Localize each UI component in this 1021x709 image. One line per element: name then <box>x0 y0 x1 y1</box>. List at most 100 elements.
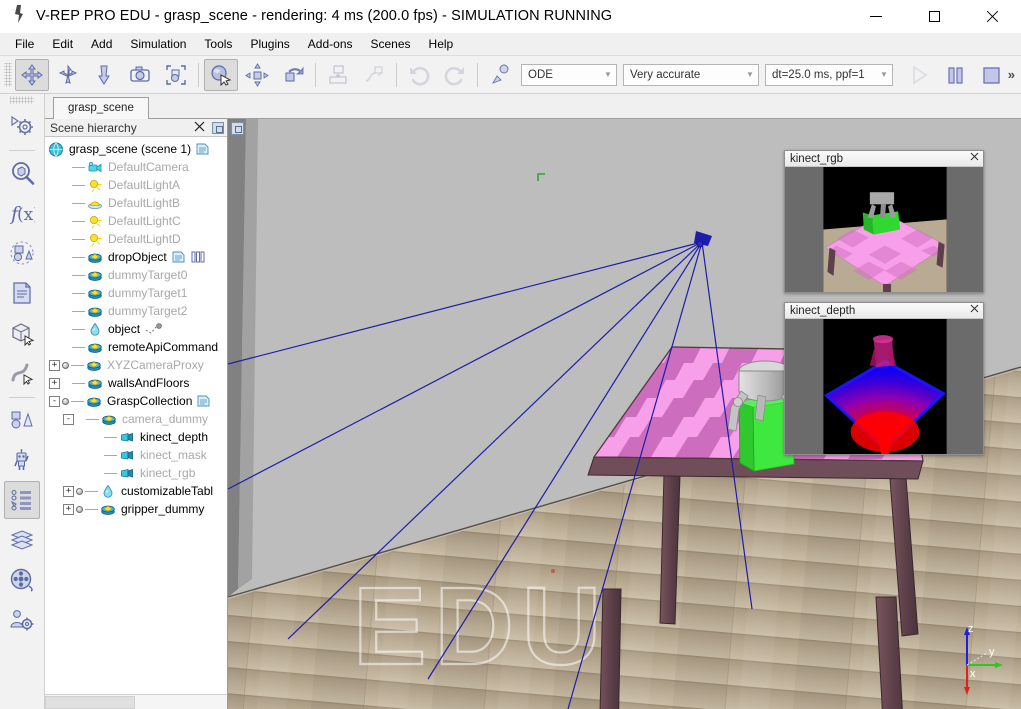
tree-expander[interactable]: + <box>63 503 74 515</box>
calculation-modules[interactable]: f (x) <box>4 194 40 232</box>
kinect-rgb-view[interactable]: kinect_rgb <box>784 150 984 293</box>
model-browser[interactable] <box>4 441 40 479</box>
camera-rotate-tool[interactable] <box>51 59 85 91</box>
tree-item-grasp-scene-scene-1-[interactable]: grasp_scene (scene 1) <box>45 140 227 158</box>
tree-item-defaultcamera[interactable]: DefaultCamera <box>45 158 227 176</box>
menu-tools[interactable]: Tools <box>195 34 241 54</box>
path-edit-mode[interactable] <box>4 354 40 392</box>
user-settings[interactable] <box>4 601 40 639</box>
tree-item-kinect-depth[interactable]: kinect_depth <box>45 428 227 446</box>
dynamics-icon[interactable] <box>145 323 165 335</box>
shape-geometry[interactable] <box>4 401 40 439</box>
tree-item-wallsandfloors[interactable]: + wallsAndFloors <box>45 374 227 392</box>
close-icon[interactable] <box>970 152 979 164</box>
scene-tab-grasp-scene[interactable]: grasp_scene <box>53 97 149 120</box>
toolbar-grip[interactable] <box>4 62 12 87</box>
tree-item-dummytarget1[interactable]: dummyTarget1 <box>45 284 227 302</box>
scripts-dialog[interactable] <box>4 274 40 312</box>
stop-simulation-button[interactable] <box>974 59 1008 91</box>
close-button[interactable] <box>963 0 1021 33</box>
model-dot-icon[interactable] <box>76 505 83 513</box>
menu-scenes[interactable]: Scenes <box>362 34 420 54</box>
tree-item-defaultlightd[interactable]: DefaultLightD <box>45 230 227 248</box>
dummy-icon <box>100 411 119 427</box>
tree-item-dropobject[interactable]: dropObject <box>45 248 227 266</box>
tree-item-kinect-rgb[interactable]: kinect_rgb <box>45 464 227 482</box>
tree-expander[interactable]: - <box>49 395 60 407</box>
model-dot-icon[interactable] <box>76 487 83 495</box>
tree-item-graspcollection[interactable]: - GraspCollection <box>45 392 227 410</box>
start-simulation-button[interactable] <box>902 59 936 91</box>
assemble-tool[interactable] <box>321 59 355 91</box>
video-recorder[interactable] <box>4 561 40 599</box>
hierarchy-tree[interactable]: grasp_scene (scene 1) DefaultCamera Defa… <box>45 137 227 694</box>
pause-simulation-button[interactable] <box>938 59 972 91</box>
layers-dialog[interactable] <box>4 521 40 559</box>
toolbar-overflow-button[interactable]: » <box>1008 67 1015 82</box>
accuracy-select[interactable]: Very accurate ▼ <box>623 63 759 86</box>
maximize-button[interactable] <box>905 0 963 33</box>
hierarchy-hscrollbar[interactable] <box>45 694 227 709</box>
object-select-tool[interactable] <box>204 58 238 91</box>
camera-reset-tool[interactable] <box>123 59 157 91</box>
menu-edit[interactable]: Edit <box>43 34 82 54</box>
minimize-button[interactable] <box>847 0 905 33</box>
tree-item-defaultlightb[interactable]: DefaultLightB <box>45 194 227 212</box>
play-icon <box>913 65 928 84</box>
camera-pan-tool[interactable] <box>15 58 49 91</box>
scene-hierarchy[interactable] <box>4 481 40 519</box>
disassemble-tool[interactable] <box>357 59 391 91</box>
menu-file[interactable]: File <box>6 34 43 54</box>
popup-window-icon[interactable] <box>231 122 244 135</box>
tree-expander[interactable]: + <box>49 377 60 389</box>
tree-item-customizabletabl[interactable]: + customizableTabl <box>45 482 227 500</box>
tree-expander[interactable]: + <box>49 359 60 371</box>
object-rotate-tool[interactable] <box>276 59 310 91</box>
physics-engine-select[interactable]: ODE ▼ <box>521 63 617 86</box>
script-icon[interactable] <box>172 251 186 263</box>
menu-simulation[interactable]: Simulation <box>121 34 195 54</box>
undo-button[interactable] <box>402 59 436 91</box>
tree-item-kinect-mask[interactable]: kinect_mask <box>45 446 227 464</box>
tree-expander[interactable]: - <box>63 413 74 425</box>
tree-item-object[interactable]: object <box>45 320 227 338</box>
tree-item-camera-dummy[interactable]: - camera_dummy <box>45 410 227 428</box>
scene-object-properties[interactable] <box>4 154 40 192</box>
redo-button[interactable] <box>438 59 472 91</box>
object-shift-tool[interactable] <box>240 59 274 91</box>
kinect-rgb-titlebar[interactable]: kinect_rgb <box>785 151 983 167</box>
camera-fly-tool[interactable] <box>87 59 121 91</box>
kinect-depth-view[interactable]: kinect_depth <box>784 302 984 455</box>
kinect-depth-titlebar[interactable]: kinect_depth <box>785 303 983 319</box>
timestep-select[interactable]: dt=25.0 ms, ppf=1 ▼ <box>765 63 893 86</box>
tree-expander[interactable]: + <box>63 485 74 497</box>
menu-addons[interactable]: Add-ons <box>299 34 362 54</box>
tree-item-remoteapicommand[interactable]: remoteApiCommand <box>45 338 227 356</box>
tree-item-defaultlightc[interactable]: DefaultLightC <box>45 212 227 230</box>
model-dot-icon[interactable] <box>62 361 69 369</box>
script-icon[interactable] <box>197 395 211 407</box>
graph-icon[interactable] <box>191 251 205 263</box>
script-icon[interactable] <box>196 143 210 155</box>
hierarchy-hscrollbar-thumb[interactable] <box>45 696 135 709</box>
menu-help[interactable]: Help <box>420 34 463 54</box>
dynamics-toggle[interactable] <box>483 59 517 91</box>
close-icon[interactable] <box>970 304 979 316</box>
tree-item-dummytarget0[interactable]: dummyTarget0 <box>45 266 227 284</box>
model-dot-icon[interactable] <box>62 397 69 405</box>
main-toolbar: ODE ▼ Very accurate ▼ dt=25.0 ms, ppf=1 … <box>0 56 1021 94</box>
tree-item-dummytarget2[interactable]: dummyTarget2 <box>45 302 227 320</box>
fit-to-view-tool[interactable] <box>159 59 193 91</box>
simulation-settings[interactable] <box>4 107 40 145</box>
menu-add[interactable]: Add <box>82 34 121 54</box>
shape-edit-mode[interactable] <box>4 314 40 352</box>
popup-window-icon[interactable] <box>212 122 224 134</box>
tree-item-defaultlighta[interactable]: DefaultLightA <box>45 176 227 194</box>
tree-item-label: GraspCollection <box>107 394 193 408</box>
left-toolbar-grip[interactable] <box>10 96 34 104</box>
close-icon[interactable] <box>194 121 205 135</box>
collections-dialog[interactable] <box>4 234 40 272</box>
tree-item-xyzcameraproxy[interactable]: + XYZCameraProxy <box>45 356 227 374</box>
menu-plugins[interactable]: Plugins <box>241 34 298 54</box>
tree-item-gripper-dummy[interactable]: + gripper_dummy <box>45 500 227 518</box>
